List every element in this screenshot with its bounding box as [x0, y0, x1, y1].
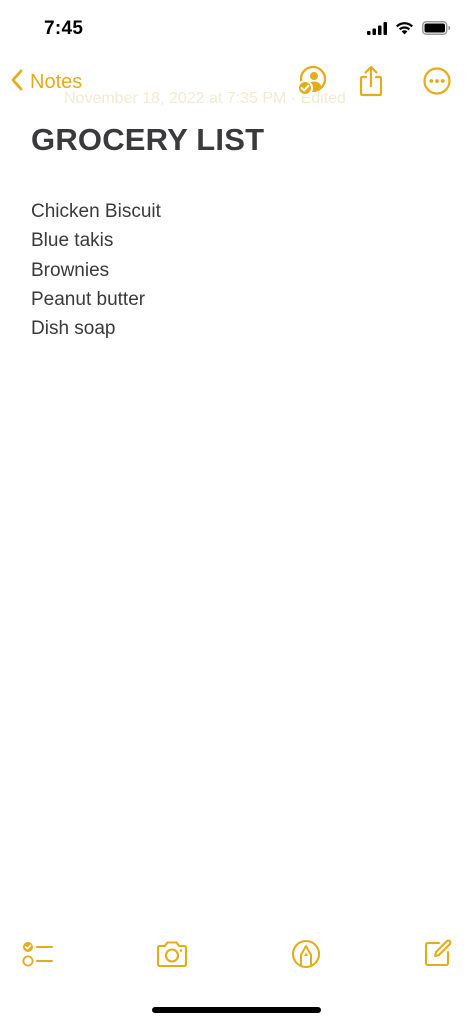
status-time: 7:45 [44, 18, 84, 39]
back-label: Notes [30, 71, 83, 93]
camera-button[interactable] [154, 938, 190, 974]
compose-icon [422, 939, 452, 974]
status-icons [367, 21, 451, 40]
notes-screen: 7:45 November 18, 2022 at 7:35 PM · Edit… [0, 0, 473, 1023]
checklist-button[interactable] [19, 938, 55, 974]
markup-pen-icon [290, 938, 322, 975]
chevron-left-icon [10, 68, 24, 97]
share-button[interactable] [354, 65, 388, 102]
note-title[interactable]: GROCERY LIST [31, 122, 264, 158]
more-options-button[interactable] [420, 66, 454, 100]
cellular-signal-icon [367, 21, 387, 40]
back-to-notes-button[interactable]: Notes [10, 68, 82, 97]
note-line[interactable]: Chicken Biscuit [31, 197, 161, 226]
wifi-icon [395, 21, 414, 40]
markup-button[interactable] [288, 938, 324, 974]
more-ellipsis-icon [422, 66, 452, 101]
battery-icon [422, 21, 451, 40]
share-icon [358, 65, 384, 102]
compose-button[interactable] [419, 938, 455, 974]
collaborate-person-icon [296, 65, 328, 102]
home-indicator [152, 1007, 321, 1013]
note-line[interactable]: Brownies [31, 256, 161, 285]
note-body[interactable]: Chicken Biscuit Blue takis Brownies Pean… [31, 197, 161, 343]
note-line[interactable]: Peanut butter [31, 285, 161, 314]
collaborate-button[interactable] [295, 65, 329, 102]
note-line[interactable]: Blue takis [31, 226, 161, 255]
camera-icon [155, 940, 189, 973]
note-line[interactable]: Dish soap [31, 314, 161, 343]
checklist-icon [21, 939, 53, 974]
